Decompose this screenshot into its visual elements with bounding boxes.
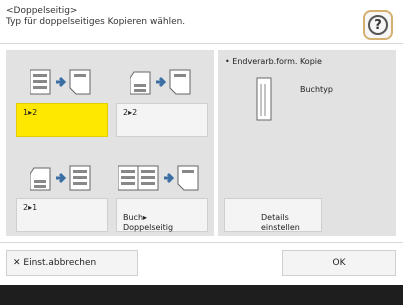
details-button[interactable]: Details einstellen [224,198,322,232]
option-label: 2▸2 [123,108,138,117]
book-to-duplex-icon [118,165,199,191]
book-type-icon [256,77,272,121]
header-title: <Doppelseitig> [6,6,78,16]
option-2-to-2-button[interactable]: 2▸2 [116,103,208,137]
header-instruction: Typ für doppelseitiges Kopieren wählen. [6,17,186,27]
header-divider [0,43,403,44]
option-2-to-1-button[interactable]: 2▸1 [16,198,108,232]
two-to-two-sided-icon [130,69,191,95]
bottom-bar [0,285,403,305]
option-label: 1▸2 [23,108,38,117]
ok-label: OK [332,258,346,268]
footer-divider [0,242,403,243]
two-to-one-sided-icon [30,165,91,191]
help-icon: ? [368,15,388,35]
option-book-to-duplex-button[interactable]: Buch▸ Doppelseitig [116,198,208,232]
ok-button[interactable]: OK [282,250,396,276]
cancel-settings-button[interactable]: ✕ Einst.abbrechen [6,250,138,276]
help-button[interactable]: ? [363,10,393,40]
option-1-to-2-button[interactable]: 1▸2 [16,103,108,137]
option-label: Buch▸ Doppelseitig [123,213,174,232]
details-label: Details einstellen [261,213,300,232]
cancel-label: ✕ Einst.abbrechen [13,258,97,268]
header: <Doppelseitig> Typ für doppelseitiges Ko… [6,6,185,28]
finishing-title: • Endverarb.form. Kopie [225,57,322,66]
option-label: 2▸1 [23,203,38,212]
finishing-value: Buchtyp [300,85,333,94]
one-to-two-sided-icon [30,69,91,95]
